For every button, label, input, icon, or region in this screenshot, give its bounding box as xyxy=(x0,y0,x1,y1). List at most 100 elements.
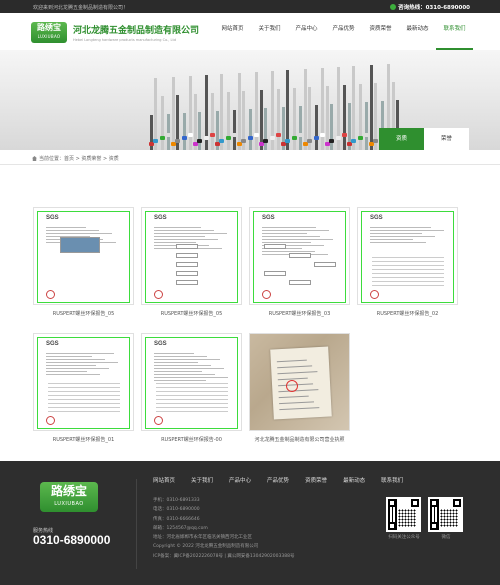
screw-head xyxy=(219,139,224,143)
screw-image xyxy=(254,72,259,150)
screw-image xyxy=(303,69,308,150)
table-row xyxy=(156,399,228,400)
breadcrumb-honors[interactable]: 资质荣誉 xyxy=(81,156,101,162)
banner-tabs: 资质 荣誉 xyxy=(379,128,469,150)
screw-image xyxy=(204,75,209,150)
flowchart-box xyxy=(176,244,198,249)
company-name-en: Hebei Longteng hardware products manufac… xyxy=(73,38,177,42)
nav-products[interactable]: 产品中心 xyxy=(288,13,325,50)
screw-image xyxy=(153,78,158,150)
certificate-thumbnail[interactable]: SGS xyxy=(249,207,350,305)
text-line xyxy=(370,227,431,228)
nav-news[interactable]: 最新动态 xyxy=(399,13,436,50)
text-line xyxy=(277,365,313,369)
main-nav: 网站首页 关于我们 产品中心 产品优势 资质荣誉 最新动态 联系我们 xyxy=(214,13,473,50)
site-header: 路绣宝 LUXIUBAO 河北龙腾五金制品制造有限公司 Hebei Longte… xyxy=(0,13,500,50)
screw-image xyxy=(336,67,341,150)
nav-advantages[interactable]: 产品优势 xyxy=(325,13,362,50)
text-line xyxy=(154,371,202,372)
footer-nav-products[interactable]: 产品中心 xyxy=(229,476,251,484)
nav-honors[interactable]: 资质荣誉 xyxy=(362,13,399,50)
certificate-thumbnail[interactable]: SGS xyxy=(357,207,458,305)
screw-head xyxy=(364,133,369,137)
text-line xyxy=(278,389,319,393)
official-seal xyxy=(286,380,298,392)
text-line xyxy=(46,233,112,234)
certificate-caption[interactable]: RUSPERT螺丝环保报告_05 xyxy=(33,310,134,317)
footer-nav-advantages[interactable]: 产品优势 xyxy=(267,476,289,484)
text-line xyxy=(154,380,206,381)
footer-nav-home[interactable]: 网站首页 xyxy=(153,476,175,484)
certificate-card[interactable]: 河北龙腾五金制品制造有限公司营业执照 xyxy=(249,333,350,443)
footer-icp[interactable]: ICP备案：冀ICP备2022226078号 | 冀公网安备1304290200… xyxy=(153,552,294,561)
screw-image xyxy=(307,87,312,150)
sgs-report-page: SGS xyxy=(145,337,238,429)
footer-fax: 传真：0310-6666646 xyxy=(153,516,200,522)
screw-head xyxy=(210,133,215,137)
text-line xyxy=(370,236,435,237)
qr-caption-official: 扫码关注公众号 xyxy=(388,535,420,540)
certificate-thumbnail[interactable]: SGS xyxy=(141,333,242,431)
screw-head xyxy=(314,136,319,140)
tab-honor[interactable]: 荣誉 xyxy=(424,128,469,150)
report-stamp xyxy=(46,290,55,299)
screw-head xyxy=(188,133,193,137)
footer-logo: 路绣宝 LUXIUBAO xyxy=(40,482,98,512)
text-line xyxy=(46,356,92,357)
footer-nav: 网站首页 关于我们 产品中心 产品优势 资质荣誉 最新动态 联系我们 xyxy=(153,476,419,484)
screw-head xyxy=(153,139,158,143)
certificate-card[interactable]: SGS RUSPERT螺丝环保报告_05 xyxy=(33,207,134,317)
top-hotline-text: 咨询热线：0310-6890000 xyxy=(398,5,470,11)
certificate-caption[interactable]: RUSPERT螺丝环保报告_03 xyxy=(249,310,350,317)
logo-cn: 路绣宝 xyxy=(37,23,61,32)
screw-image xyxy=(285,70,290,150)
screw-image xyxy=(182,113,187,150)
screw-image xyxy=(342,85,347,150)
table-row xyxy=(156,387,228,388)
sgs-logo: SGS xyxy=(154,341,167,347)
certificate-thumbnail[interactable]: SGS xyxy=(33,207,134,305)
screw-image xyxy=(197,112,202,150)
certificate-thumbnail[interactable]: SGS xyxy=(141,207,242,305)
certificate-card[interactable]: SGS RUSPERT螺丝环保报告_05 xyxy=(141,207,242,317)
screw-head xyxy=(358,136,363,140)
breadcrumb-home[interactable]: 首页 xyxy=(64,156,74,162)
table-row xyxy=(48,399,120,400)
nav-about[interactable]: 关于我们 xyxy=(251,13,288,50)
certificate-thumbnail[interactable]: SGS xyxy=(33,333,134,431)
certificate-caption[interactable]: RUSPERT螺丝环保报告_02 xyxy=(357,310,458,317)
footer-nav-honors[interactable]: 资质荣誉 xyxy=(305,476,327,484)
screw-image xyxy=(314,105,319,150)
logo[interactable]: 路绣宝 LUXIUBAO xyxy=(31,22,67,43)
certificate-card[interactable]: SGS RUSPERT螺丝环保报告_03 xyxy=(249,207,350,317)
nav-contact[interactable]: 联系我们 xyxy=(436,13,473,50)
footer-nav-contact[interactable]: 联系我们 xyxy=(381,476,403,484)
screw-head xyxy=(197,139,202,143)
screw-image xyxy=(263,108,268,150)
certificate-caption[interactable]: RUSPERT螺丝环保报告_05 xyxy=(141,310,242,317)
tab-qualification[interactable]: 资质 xyxy=(379,128,424,150)
screw-head xyxy=(270,136,275,140)
screw-head xyxy=(263,139,268,143)
certificate-caption[interactable]: RUSPERT螺丝环保报告_01 xyxy=(33,436,134,443)
certificate-card[interactable]: SGS RUSPERT螺丝环保报告-00 xyxy=(141,333,242,443)
text-line xyxy=(154,377,228,378)
footer-nav-about[interactable]: 关于我们 xyxy=(191,476,213,484)
footer-nav-news[interactable]: 最新动态 xyxy=(343,476,365,484)
certificate-caption[interactable]: RUSPERT螺丝环保报告-00 xyxy=(141,436,242,443)
certificate-caption[interactable]: 河北龙腾五金制品制造有限公司营业执照 xyxy=(249,436,350,443)
text-line xyxy=(154,227,201,228)
screw-image xyxy=(149,115,154,150)
sgs-report-page: SGS xyxy=(145,211,238,303)
nav-home[interactable]: 网站首页 xyxy=(214,13,251,50)
table-row xyxy=(156,383,228,384)
company-name-cn: 河北龙腾五金制品制造有限公司 xyxy=(73,26,200,36)
flowchart-box xyxy=(264,244,286,249)
certificate-thumbnail[interactable] xyxy=(249,333,350,431)
qr-caption-wechat: 微信 xyxy=(441,535,451,540)
flowchart-box xyxy=(289,280,311,285)
footer-logo-en: LUXIUBAO xyxy=(54,501,84,507)
screw-head xyxy=(307,139,312,143)
certificate-card[interactable]: SGS RUSPERT螺丝环保报告_02 xyxy=(357,207,458,317)
certificate-card[interactable]: SGS RUSPERT螺丝环保报告_01 xyxy=(33,333,134,443)
